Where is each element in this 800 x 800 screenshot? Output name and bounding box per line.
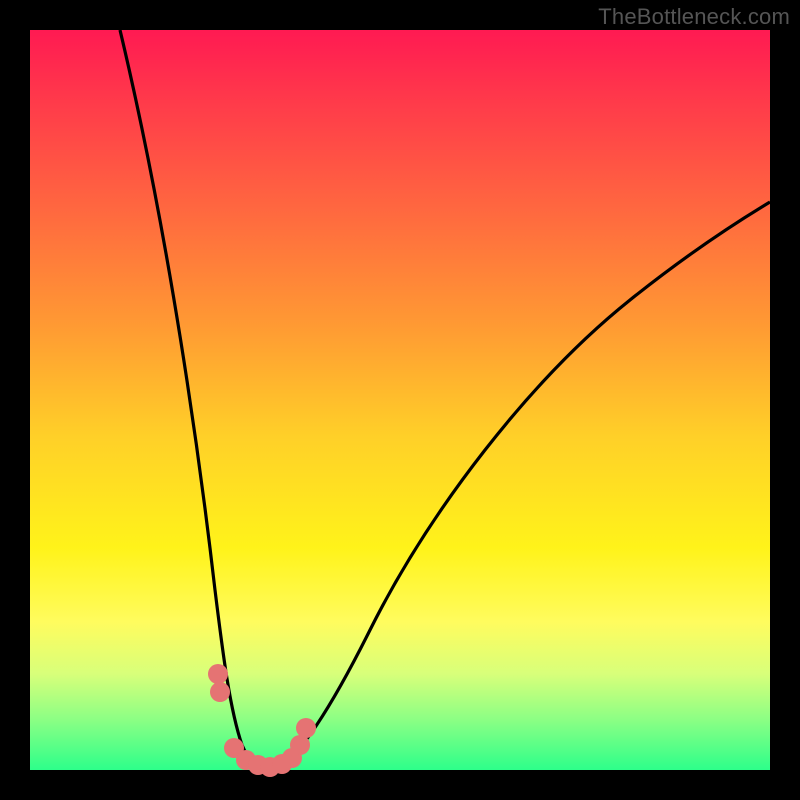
chart-svg — [30, 30, 770, 770]
chart-frame: TheBottleneck.com — [0, 0, 800, 800]
bottleneck-curve — [120, 30, 770, 767]
watermark-text: TheBottleneck.com — [598, 4, 790, 30]
marker-group — [208, 664, 316, 777]
plot-area — [30, 30, 770, 770]
